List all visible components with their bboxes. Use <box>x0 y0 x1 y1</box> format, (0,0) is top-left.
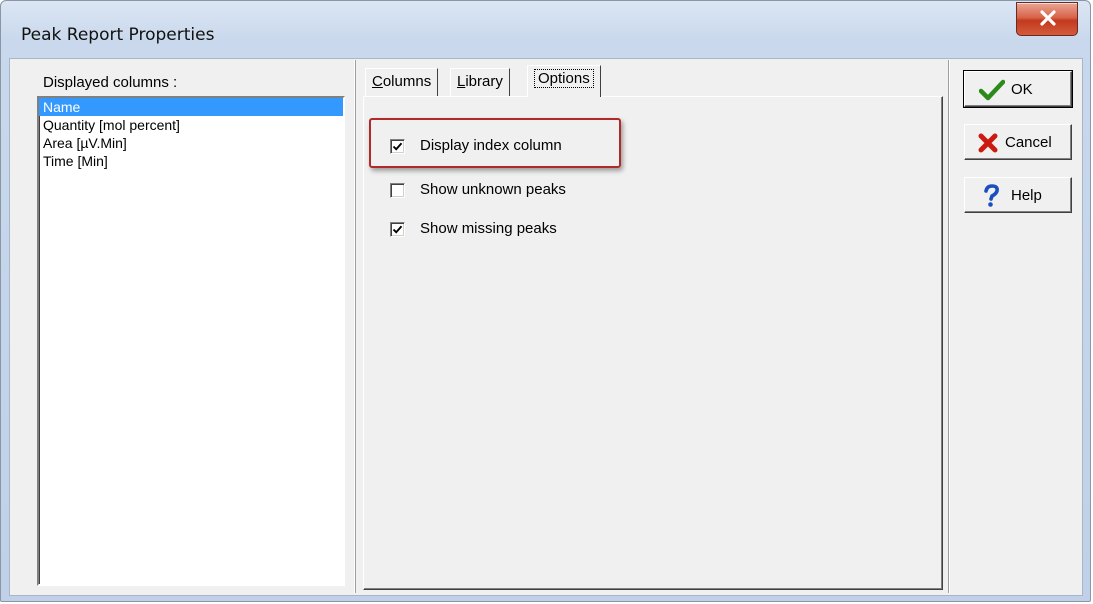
tab-columns[interactable]: Columns <box>365 68 439 96</box>
displayed-columns-list[interactable]: Name Quantity [mol percent] Area [µV.Min… <box>37 96 345 586</box>
display-index-column-checkbox[interactable] <box>390 139 405 154</box>
close-button[interactable] <box>1016 2 1078 36</box>
checkmark-icon <box>392 225 403 234</box>
ok-button[interactable]: OK <box>963 70 1073 108</box>
tab-library[interactable]: Library <box>450 68 510 96</box>
question-mark-icon <box>984 184 999 207</box>
show-missing-peaks-label: Show missing peaks <box>420 220 557 237</box>
tab-columns-mnemonic: C <box>372 73 383 90</box>
title-bar[interactable]: Peak Report Properties <box>1 1 1090 57</box>
list-item[interactable]: Quantity [mol percent] <box>39 116 343 134</box>
cancel-label: Cancel <box>1005 134 1052 151</box>
display-index-column-label: Display index column <box>420 137 562 154</box>
tab-library-label: Library <box>457 73 503 90</box>
checkmark-icon <box>392 142 403 151</box>
tab-control: Columns Library Options Display index co… <box>356 60 946 593</box>
displayed-columns-panel: Displayed columns : Name Quantity [mol p… <box>11 60 355 593</box>
show-unknown-peaks-checkbox[interactable] <box>390 183 405 198</box>
show-missing-peaks-checkbox[interactable] <box>390 222 405 237</box>
tab-options-label: Options <box>534 69 594 88</box>
checkmark-icon <box>979 79 1005 101</box>
red-x-icon <box>978 133 998 153</box>
displayed-columns-label: Displayed columns : <box>43 74 178 91</box>
tab-columns-rest: olumns <box>382 73 432 90</box>
dialog-body: Displayed columns : Name Quantity [mol p… <box>9 58 1083 596</box>
list-item[interactable]: Time [Min] <box>39 152 343 170</box>
cancel-button[interactable]: Cancel <box>964 124 1072 160</box>
tab-library-rest: ibrary <box>465 73 503 90</box>
close-icon <box>1040 10 1056 26</box>
tab-columns-label: Columns <box>372 73 431 90</box>
window-title: Peak Report Properties <box>21 25 215 45</box>
ok-label: OK <box>1011 81 1033 98</box>
options-tab-panel: Display index column Show unknown peaks <box>363 96 943 590</box>
list-item[interactable]: Name <box>39 98 343 116</box>
help-label: Help <box>1011 187 1042 204</box>
tab-options[interactable]: Options <box>527 65 601 97</box>
show-unknown-peaks-label: Show unknown peaks <box>420 181 566 198</box>
dialog-window: Peak Report Properties Displayed columns… <box>0 0 1091 602</box>
action-buttons-panel: OK Cancel Help <box>948 60 1083 593</box>
list-item[interactable]: Area [µV.Min] <box>39 134 343 152</box>
help-button[interactable]: Help <box>964 177 1072 213</box>
